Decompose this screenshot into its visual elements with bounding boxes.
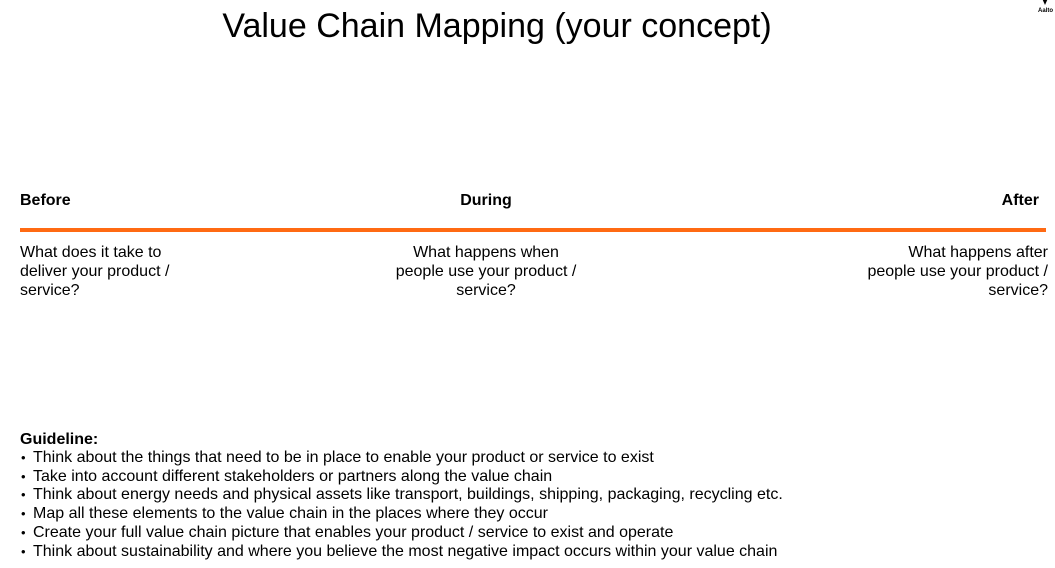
value-chain-timeline [20, 228, 1046, 232]
guideline-item: • Map all these elements to the value cha… [20, 505, 1040, 524]
guideline-section: Guideline: • Think about the things that … [20, 430, 1040, 561]
bullet-icon: • [21, 487, 26, 503]
bullet-icon: • [21, 450, 26, 465]
guideline-item-text: Take into account different stakeholders… [33, 467, 553, 485]
phase-label-after: After [1001, 192, 1039, 209]
guideline-item-text: Think about sustainability and where you… [33, 542, 778, 560]
bullet-icon: • [21, 524, 26, 540]
guideline-title: Guideline: [20, 431, 99, 448]
guideline-item: • Think about sustainability and where yo… [20, 543, 1040, 562]
guideline-item-text: Think about energy needs and physical as… [33, 486, 783, 504]
guideline-item-text: Map all these elements to the value chai… [33, 505, 548, 523]
bullet-icon: • [21, 543, 26, 559]
bullet-icon: • [21, 468, 26, 484]
phase-label-before: Before [20, 192, 71, 209]
phase-question-during: What happens when people use your produc… [395, 244, 577, 299]
aalto-logo-mark-icon [1041, 0, 1049, 5]
aalto-logo-text: Aalto [1038, 8, 1053, 14]
guideline-item: • Think about energy needs and physical a… [20, 486, 1040, 505]
guideline-list: • Think about the things that need to be … [20, 449, 1040, 561]
bullet-icon: • [21, 506, 26, 522]
guideline-item: • Create your full value chain picture th… [20, 524, 1040, 543]
phase-label-during: During [460, 192, 512, 209]
guideline-item: • Take into account different stakeholder… [20, 468, 1040, 487]
guideline-item-text: Create your full value chain picture tha… [33, 523, 674, 541]
phase-question-after: What happens after people use your produ… [867, 244, 1048, 299]
page-title: Value Chain Mapping (your concept) [222, 7, 772, 45]
phase-question-before: What does it take to deliver your produc… [20, 244, 170, 299]
guideline-item-text: Think about the things that need to be i… [33, 449, 654, 466]
guideline-item: • Think about the things that need to be … [20, 449, 1040, 468]
